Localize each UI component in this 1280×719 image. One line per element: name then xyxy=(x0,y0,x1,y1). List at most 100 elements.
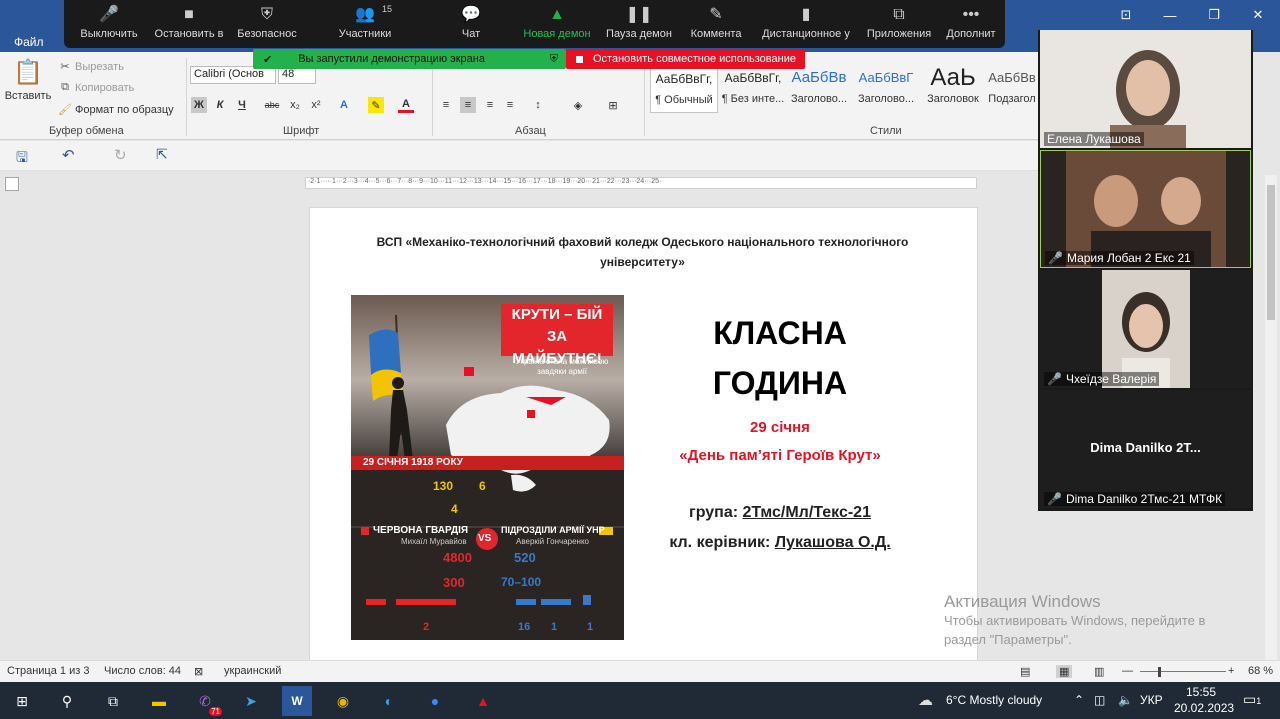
line-spacing-icon[interactable]: ↕ xyxy=(530,97,546,113)
close-icon[interactable]: ✕ xyxy=(1236,0,1280,30)
viber-icon[interactable]: ✆ 71 xyxy=(190,686,222,716)
style-heading1[interactable]: АаБбВв Заголово... xyxy=(785,63,853,113)
word-icon[interactable]: W xyxy=(282,686,312,716)
style-subtitle[interactable]: АаБбВв Подзагол xyxy=(986,63,1038,113)
redo-icon[interactable]: ↻ xyxy=(114,146,127,164)
tab-file[interactable]: Файл xyxy=(14,35,44,49)
annotate-button[interactable]: ✎ Коммента xyxy=(671,0,761,48)
justify-icon[interactable]: ≡ xyxy=(502,97,518,113)
strikethrough-button[interactable]: abc xyxy=(264,97,280,113)
zoom-slider-thumb[interactable] xyxy=(1158,667,1161,677)
telegram-icon[interactable]: ➤ xyxy=(236,686,266,716)
event-date: 29 січня xyxy=(750,419,810,436)
style-no-spacing[interactable]: АаБбВвГг, ¶ Без инте... xyxy=(719,63,787,113)
clock-time[interactable]: 15:55 xyxy=(1186,685,1216,699)
zoom-out-icon[interactable]: — xyxy=(1122,665,1133,677)
participant-tile[interactable]: Елена Лукашова xyxy=(1040,30,1251,148)
tab-stop-selector[interactable] xyxy=(5,177,19,191)
windows-activation-watermark: Активация Windows Чтобы активировать Win… xyxy=(944,592,1206,647)
language-indicator[interactable]: УКР xyxy=(1140,693,1163,707)
mute-button[interactable]: 🎤 Выключить xyxy=(64,0,154,48)
new-share-button[interactable]: ▲ Новая демон xyxy=(512,0,602,48)
search-icon[interactable]: ⚲ xyxy=(52,686,82,716)
stop-icon xyxy=(576,55,583,63)
participant-tile[interactable]: 🎤 Чхеїдзе Валерія xyxy=(1040,270,1251,388)
web-layout-icon[interactable]: ▥ xyxy=(1094,665,1104,678)
vertical-scrollbar[interactable] xyxy=(1265,175,1277,660)
copy-icon: ⧉ xyxy=(61,81,69,93)
save-icon[interactable]: 🖫 xyxy=(16,147,28,171)
red-commander: Михаїл Муравйов xyxy=(401,537,467,546)
stop-video-button[interactable]: ■ Остановить в xyxy=(144,0,234,48)
superscript-button[interactable]: x² xyxy=(308,97,324,113)
word-count[interactable]: Число слов: 44 xyxy=(104,665,181,677)
cloud-icon: ☁ xyxy=(918,692,933,709)
restore-icon[interactable]: ❐ xyxy=(1192,0,1236,30)
participants-button[interactable]: 👥 15 Участники xyxy=(320,0,410,48)
security-button[interactable]: ⛨ Безопаснос xyxy=(222,0,312,48)
network-icon[interactable]: ◫ xyxy=(1094,693,1105,707)
weather-text[interactable]: 6°C Mostly cloudy xyxy=(946,693,1042,707)
align-right-icon[interactable]: ≡ xyxy=(482,97,498,113)
borders-icon[interactable]: ⊞ xyxy=(605,97,621,113)
read-mode-icon[interactable]: ▤ xyxy=(1020,665,1030,678)
apps-button[interactable]: ⧉ Приложения xyxy=(855,0,943,48)
group-line: група: 2Тмс/Мл/Текс-21 xyxy=(689,504,871,521)
task-view-icon[interactable]: ⧉ xyxy=(98,686,128,716)
remote-control-button[interactable]: ▮ Дистанционное у xyxy=(761,0,851,48)
chat-button[interactable]: 💬 Чат xyxy=(426,0,516,48)
unr-armor-2: 1 xyxy=(551,621,558,633)
start-icon[interactable]: ⊞ xyxy=(7,686,37,716)
title-line-1: КЛАСНА xyxy=(713,315,847,351)
bold-button[interactable]: Ж xyxy=(191,97,207,113)
document-page[interactable]: ВСП «Механіко-технологічний фаховий коле… xyxy=(309,207,978,662)
file-explorer-icon[interactable]: ▬ xyxy=(144,686,174,716)
format-painter-button[interactable]: 🖌 Формат по образцу xyxy=(58,103,174,117)
subscript-button[interactable]: x₂ xyxy=(287,97,303,113)
print-layout-icon[interactable]: ▦ xyxy=(1056,665,1073,678)
proofing-icon[interactable]: ⊠ xyxy=(194,665,203,678)
zoom-level[interactable]: 68 % xyxy=(1248,665,1273,677)
italic-button[interactable]: К xyxy=(212,97,228,113)
align-center-icon[interactable]: ≡ xyxy=(460,97,476,113)
edge-icon[interactable]: ◐ xyxy=(374,686,404,716)
minimize-icon[interactable]: — xyxy=(1148,0,1192,30)
chrome-icon[interactable]: ◉ xyxy=(328,686,358,716)
share-icon: ▲ xyxy=(549,6,565,23)
shading-icon[interactable]: ◈ xyxy=(570,97,586,113)
font-color-icon[interactable]: A xyxy=(398,97,414,113)
copy-button[interactable]: ⧉ Копировать xyxy=(58,81,134,95)
acrobat-icon[interactable]: ▲ xyxy=(468,686,498,716)
clock-date[interactable]: 20.02.2023 xyxy=(1174,701,1234,715)
style-heading2[interactable]: АаБбВвГ Заголово... xyxy=(852,63,920,113)
notification-icon[interactable]: ▭1 xyxy=(1243,691,1261,708)
horizontal-ruler[interactable]: ·2·1·····1···2···3···4···5···6···7···8··… xyxy=(305,177,977,189)
language[interactable]: украинский xyxy=(224,665,281,677)
tray-chevron-icon[interactable]: ⌃ xyxy=(1074,693,1084,707)
mic-icon: 🎤 xyxy=(99,6,119,23)
scroll-thumb[interactable] xyxy=(1267,185,1275,320)
page-count[interactable]: Страница 1 из 3 xyxy=(7,665,89,677)
paste-button[interactable]: 📋 Вставить xyxy=(5,58,52,102)
highlight-icon[interactable]: ✎ xyxy=(368,97,384,113)
text-effects-icon[interactable]: A xyxy=(336,97,352,113)
zoom-toolbar: 🎤 Выключить ■ Остановить в ⛨ Безопаснос 👥 15… xyxy=(64,0,1005,48)
underline-button[interactable]: Ч xyxy=(234,97,250,113)
style-normal[interactable]: АаБбВвГг, ¶ Обычный xyxy=(650,63,718,113)
touch-mode-icon[interactable]: ⇱ xyxy=(156,146,168,163)
divider xyxy=(432,58,433,136)
volume-icon[interactable]: 🔈 xyxy=(1118,693,1133,707)
style-title[interactable]: АаЬ Заголовок xyxy=(919,63,987,113)
more-button[interactable]: ••• Дополнит xyxy=(934,0,1008,48)
undo-icon[interactable]: ↶ xyxy=(62,146,75,164)
ribbon-display-icon[interactable]: ⊡ xyxy=(1104,0,1148,30)
zoom-in-icon[interactable]: + xyxy=(1228,665,1234,677)
zoom-app-icon[interactable]: ● xyxy=(420,686,450,716)
cut-button[interactable]: ✂ Вырезать xyxy=(58,60,124,74)
participant-tile-active[interactable]: 🎤 Мария Лобан 2 Екс 21 xyxy=(1040,150,1251,268)
stop-share-button[interactable]: Остановить совместное использование xyxy=(566,49,805,69)
participant-tile[interactable]: Dima Danilko 2T... 🎤 Dima Danilko 2Тмс-21… xyxy=(1040,390,1251,508)
align-left-icon[interactable]: ≡ xyxy=(438,97,454,113)
video-feed-3 xyxy=(1040,270,1251,388)
zoom-slider[interactable] xyxy=(1140,671,1226,672)
